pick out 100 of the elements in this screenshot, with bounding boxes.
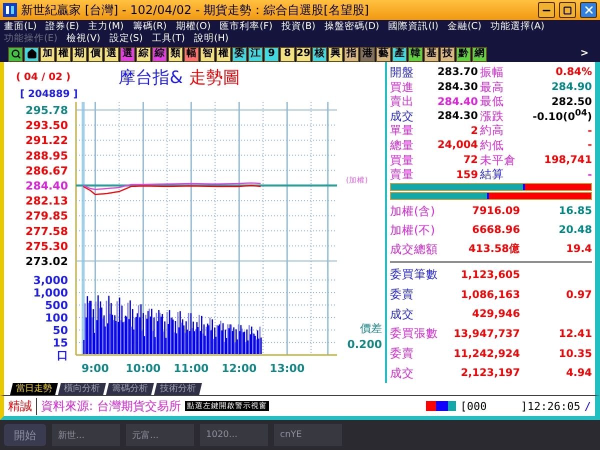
menu-item[interactable]: 設定(S) bbox=[109, 33, 143, 45]
toolbar-button[interactable]: 選 bbox=[104, 46, 119, 62]
field-label: 開盤 bbox=[390, 64, 415, 80]
menu-item[interactable]: 金融(C) bbox=[447, 21, 482, 33]
toolbar-button[interactable]: 技 bbox=[440, 46, 455, 62]
volume-scale-label: 50 bbox=[52, 324, 68, 337]
taskbar-item[interactable]: cnYE bbox=[274, 424, 342, 446]
toolbar-button[interactable]: 網 bbox=[472, 46, 487, 62]
taskbar-item[interactable]: 1020... bbox=[200, 424, 268, 446]
field-label: 成交 bbox=[390, 108, 415, 124]
price-axis-label: 279.85 bbox=[26, 210, 68, 223]
menu-item[interactable]: 期權(O) bbox=[176, 21, 211, 33]
menu-item[interactable]: 畫面(L) bbox=[4, 21, 37, 33]
app-logo-icon bbox=[3, 3, 17, 17]
toolbar-button[interactable]: 類 bbox=[168, 46, 183, 62]
field-label: 成交 bbox=[390, 306, 415, 322]
tab[interactable]: 籌碼分析 bbox=[106, 383, 154, 395]
field-value: - bbox=[586, 139, 592, 152]
field-label: 未平倉 bbox=[480, 152, 517, 168]
toolbar-button[interactable]: 加 bbox=[40, 46, 55, 62]
window-title: 新世紀贏家 [台灣] - 102/04/02 - 期貨走勢：綜合自選股[名望股] bbox=[21, 2, 370, 18]
field-value: 24,004 bbox=[436, 139, 478, 152]
field-label: 委買筆數 bbox=[390, 267, 439, 282]
toolbar-button[interactable]: 基 bbox=[424, 46, 439, 62]
menu-item[interactable]: 證券(E) bbox=[46, 21, 80, 33]
price-axis-label: 275.30 bbox=[26, 240, 68, 253]
toolbar-button[interactable]: 智 bbox=[200, 46, 215, 62]
tab[interactable]: 技術分析 bbox=[154, 383, 202, 395]
menu-item[interactable]: 操盤密碼(D) bbox=[324, 21, 380, 33]
field-label: 結算 bbox=[480, 167, 505, 182]
field-label: 約低 bbox=[480, 138, 505, 153]
field-label: 委賣 bbox=[390, 346, 415, 362]
toolbar-button[interactable]: 核 bbox=[312, 46, 327, 62]
clock-text: ]12:26:05 bbox=[520, 400, 580, 412]
time-label: 10:00 bbox=[126, 362, 161, 375]
price-axis-label: 284.40 bbox=[26, 180, 68, 192]
field-value: 284.40 bbox=[436, 96, 478, 108]
maximize-icon bbox=[563, 6, 572, 14]
toolbar-button[interactable]: 期 bbox=[72, 46, 87, 62]
tab[interactable]: 當日走勢 bbox=[10, 383, 58, 395]
menu-item[interactable]: 國際資訊(I) bbox=[388, 21, 438, 33]
toolbar-button[interactable]: 產 bbox=[392, 46, 407, 62]
minimize-button[interactable] bbox=[538, 2, 555, 18]
field-value: 284.30 bbox=[436, 81, 478, 94]
start-button[interactable]: 開始 bbox=[4, 424, 46, 446]
maximize-button[interactable] bbox=[559, 2, 576, 18]
field-label: 總量 bbox=[390, 138, 415, 153]
toolbar-button[interactable]: 指 bbox=[344, 46, 359, 62]
toolbar-button[interactable]: 29 bbox=[296, 46, 311, 62]
data-source-text: 資料來源: 台灣期貨交易所 bbox=[41, 398, 181, 414]
toolbar-button[interactable]: 權 bbox=[216, 46, 231, 62]
toolbar-button[interactable]: 綜 bbox=[136, 46, 151, 62]
toolbar-button[interactable]: 權 bbox=[56, 46, 71, 62]
field-value: 284.90 bbox=[550, 81, 592, 94]
volume-scale-label: 500 bbox=[45, 299, 68, 312]
spread-value: 0.200 bbox=[347, 338, 382, 351]
menu-item[interactable]: 主力(M) bbox=[88, 21, 124, 33]
taskbar-item[interactable]: 元富... bbox=[126, 424, 194, 446]
toolbar-button[interactable]: 價 bbox=[88, 46, 103, 62]
toolbar-button[interactable]: 8 bbox=[280, 46, 295, 62]
toolbar-button[interactable]: 港 bbox=[360, 46, 375, 62]
menu-item[interactable]: 匯市利率(F) bbox=[220, 21, 273, 33]
toolbar-button[interactable]: 興 bbox=[328, 46, 343, 62]
menu-item[interactable]: 檢視(V) bbox=[66, 33, 100, 45]
broker-label: 精誠 bbox=[8, 398, 37, 414]
field-value: 1,086,163 bbox=[460, 288, 520, 300]
field-value: 1,123,605 bbox=[460, 268, 520, 281]
menu-item[interactable]: 工具(T) bbox=[152, 33, 186, 45]
menu-item[interactable]: 功能選擇(A) bbox=[490, 21, 544, 33]
toolbar-button[interactable]: 韓 bbox=[408, 46, 423, 62]
toolbar-button[interactable]: 選 bbox=[120, 46, 135, 62]
field-value: 7916.09 bbox=[471, 205, 520, 218]
tab[interactable]: 橫向分析 bbox=[58, 383, 106, 395]
field-label: 買量 bbox=[390, 152, 415, 168]
field-label: 買進 bbox=[390, 80, 415, 95]
field-label: 最低 bbox=[480, 94, 505, 110]
field-label: 漲跌 bbox=[480, 108, 505, 124]
field-label: 賣量 bbox=[390, 167, 415, 182]
toolbar-button[interactable]: 幅 bbox=[184, 46, 199, 62]
taskbar-item[interactable]: 新世... bbox=[52, 424, 120, 446]
toolbar-button[interactable]: 委 bbox=[232, 46, 247, 62]
close-button[interactable] bbox=[580, 2, 597, 18]
toolbar-button[interactable] bbox=[24, 46, 39, 62]
signal-bar-icon bbox=[426, 401, 456, 411]
menu-item[interactable]: 說明(H) bbox=[194, 33, 229, 45]
field-label: 加權(不) bbox=[390, 222, 436, 238]
field-value: - bbox=[586, 124, 592, 137]
home-icon bbox=[26, 49, 36, 59]
toolbar-button[interactable] bbox=[8, 46, 23, 62]
time-label: 11:00 bbox=[174, 362, 209, 375]
field-label: 最高 bbox=[480, 80, 505, 95]
toolbar-button[interactable]: 江 bbox=[248, 46, 263, 62]
field-value: 282.50 bbox=[550, 96, 592, 108]
toolbar-button[interactable]: 綜 bbox=[152, 46, 167, 62]
toolbar-button[interactable]: 黔 bbox=[456, 46, 471, 62]
toolbar-button[interactable]: 藝 bbox=[376, 46, 391, 62]
price-axis-label: 293.50 bbox=[26, 119, 68, 132]
toolbar-button[interactable]: 9 bbox=[264, 46, 279, 62]
menu-item[interactable]: 投資(B) bbox=[282, 21, 316, 33]
menu-item[interactable]: 籌碼(R) bbox=[132, 21, 167, 33]
